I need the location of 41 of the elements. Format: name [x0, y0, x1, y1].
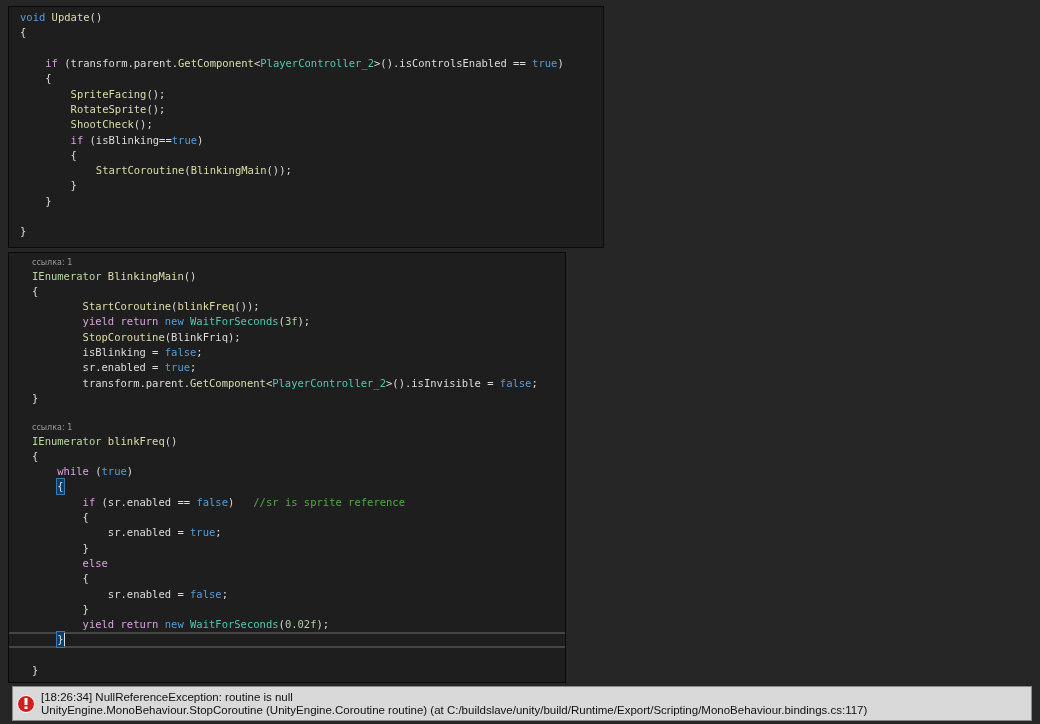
code-line: }: [32, 390, 39, 406]
code-line: {: [82, 510, 89, 526]
code-line: {: [82, 571, 89, 587]
code-line: {: [32, 283, 39, 299]
reference-count[interactable]: ссылка: 1: [32, 423, 73, 434]
code-line: }: [82, 540, 89, 556]
code-line: yield return new WaitForSeconds(0.02f);: [82, 617, 330, 633]
code-line: void Update(): [20, 10, 103, 26]
code-line: }: [45, 193, 52, 209]
code-line: while (true): [57, 464, 134, 480]
code-line: }: [70, 178, 77, 194]
code-line: sr.enabled = true;: [82, 360, 197, 376]
code-line: {: [20, 25, 27, 41]
code-line: }: [82, 601, 89, 617]
stack-trace: UnityEngine.MonoBehaviour.StopCoroutine (UnityEngine.Coroutine routine) (at C:/buildslave/unity/build/Runtime/Export/Scripting/MonoBehaviour.bindings.cs:117): [41, 703, 868, 717]
code-line: {: [45, 71, 52, 87]
console-message[interactable]: [12, 686, 1032, 722]
code-line: }: [32, 663, 39, 678]
code-line: transform.parent.GetComponent<PlayerController_2>().isInvisible = false;: [82, 375, 538, 391]
code-line: StartCoroutine(blinkFreq());: [82, 299, 260, 315]
code-line: else: [82, 555, 108, 571]
error-message: [18:26:34] NullReferenceException: routine is null: [41, 690, 294, 704]
code-line: ShootCheck();: [70, 117, 153, 133]
code-line: StopCoroutine(BlinkFriq);: [82, 329, 241, 345]
error-icon: [17, 694, 35, 713]
code-line: if (isBlinking==true): [70, 132, 204, 148]
reference-count[interactable]: ссылка: 1: [32, 258, 73, 269]
code-line: if (transform.parent.GetComponent<PlayerController_2>().isControlsEnabled == true): [45, 56, 564, 72]
code-line: IEnumerator BlinkingMain(): [32, 268, 197, 284]
code-line: sr.enabled = true;: [107, 525, 222, 541]
code-line: if (sr.enabled == false) //sr is sprite reference: [82, 494, 405, 510]
code-line: sr.enabled = false;: [107, 586, 228, 602]
code-line: IEnumerator blinkFreq(): [32, 433, 178, 449]
code-line: isBlinking = false;: [82, 345, 203, 361]
code-line: yield return new WaitForSeconds(3f);: [82, 314, 311, 330]
code-line: RotateSprite();: [70, 101, 166, 117]
code-line: SpriteFacing();: [70, 86, 166, 102]
code-line: }: [20, 224, 27, 240]
code-line: StartCoroutine(BlinkingMain());: [95, 163, 292, 179]
code-line: {: [70, 147, 77, 163]
code-line: {: [32, 448, 39, 464]
